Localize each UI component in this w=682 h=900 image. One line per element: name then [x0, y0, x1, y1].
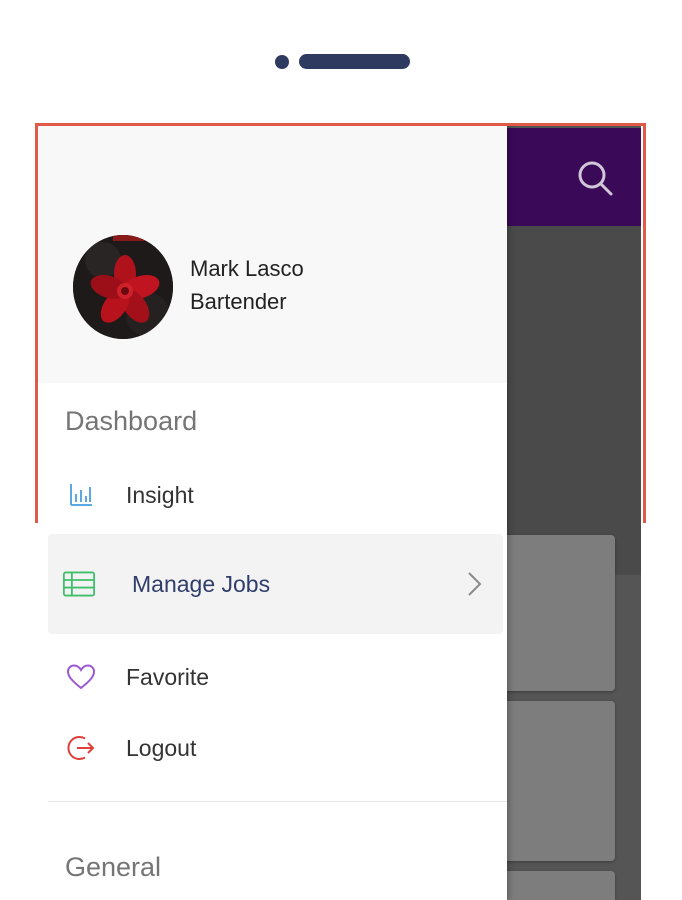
phone-camera [275, 55, 289, 69]
section-title-general: General [65, 852, 162, 882]
chevron-right-icon [468, 572, 482, 596]
bar-chart-icon [65, 479, 97, 511]
menu-label-favorite: Favorite [126, 663, 210, 690]
phone-screen: Mark Lasco Bartender Dashboard Insight M… [35, 123, 646, 900]
menu-item-favorite[interactable]: Favorite [48, 645, 503, 709]
heart-icon [65, 661, 97, 693]
search-icon [578, 161, 613, 196]
navigation-drawer: Mark Lasco Bartender Dashboard Insight M… [35, 123, 507, 900]
phone-speaker [299, 54, 410, 69]
menu-label-insight: Insight [126, 481, 194, 508]
menu-label-logout: Logout [126, 734, 197, 761]
drawer-header: Mark Lasco Bartender [35, 123, 507, 383]
divider [48, 801, 507, 802]
table-list-icon [63, 568, 95, 600]
user-role: Bartender [190, 289, 287, 314]
avatar[interactable] [73, 235, 173, 339]
menu-item-logout[interactable]: Logout [48, 716, 503, 780]
menu-label-manage-jobs: Manage Jobs [132, 570, 271, 597]
rose-photo [73, 235, 173, 339]
menu-item-manage-jobs[interactable]: Manage Jobs [48, 534, 503, 634]
section-title-dashboard: Dashboard [65, 406, 198, 436]
menu-item-insight[interactable]: Insight [48, 463, 503, 527]
user-name: Mark Lasco [190, 256, 304, 281]
search-button[interactable] [567, 150, 623, 206]
logout-icon [65, 732, 97, 764]
